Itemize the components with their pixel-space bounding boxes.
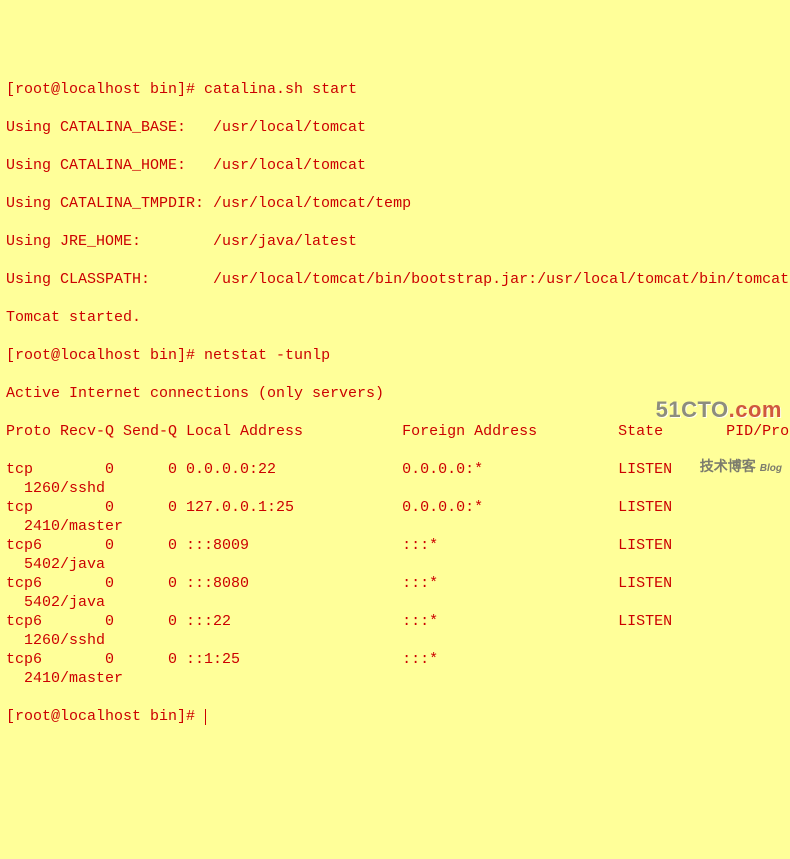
env-classpath: Using CLASSPATH: /usr/local/tomcat/bin/b… — [6, 270, 784, 289]
netstat-row: tcp6 0 0 ::1:25 :::* — [6, 650, 784, 669]
shell-prompt: [root@localhost bin]# — [6, 708, 204, 725]
shell-prompt: [root@localhost bin]# — [6, 81, 204, 98]
netstat-row-pid: 5402/java — [6, 593, 784, 612]
netstat-row: tcp6 0 0 :::22 :::* LISTEN — [6, 612, 784, 631]
netstat-row-pid: 1260/sshd — [6, 631, 784, 650]
netstat-title: Active Internet connections (only server… — [6, 384, 784, 403]
prompt-line-1: [root@localhost bin]# catalina.sh start — [6, 80, 784, 99]
prompt-line-2: [root@localhost bin]# netstat -tunlp — [6, 346, 784, 365]
netstat-rows: tcp 0 0 0.0.0.0:22 0.0.0.0:* LISTEN 1260… — [6, 460, 784, 688]
netstat-row-pid: 5402/java — [6, 555, 784, 574]
netstat-row-pid: 1260/sshd — [6, 479, 784, 498]
netstat-row: tcp6 0 0 :::8080 :::* LISTEN — [6, 574, 784, 593]
env-catalina-tmpdir: Using CATALINA_TMPDIR: /usr/local/tomcat… — [6, 194, 784, 213]
watermark-logo: 51CTO.com — [656, 400, 782, 419]
command-text: catalina.sh start — [204, 81, 357, 98]
command-text: netstat -tunlp — [204, 347, 330, 364]
netstat-row: tcp 0 0 0.0.0.0:22 0.0.0.0:* LISTEN — [6, 460, 784, 479]
netstat-columns: Proto Recv-Q Send-Q Local Address Foreig… — [6, 422, 784, 441]
env-jre-home: Using JRE_HOME: /usr/java/latest — [6, 232, 784, 251]
env-catalina-base: Using CATALINA_BASE: /usr/local/tomcat — [6, 118, 784, 137]
netstat-row-pid: 2410/master — [6, 669, 784, 688]
netstat-row: tcp6 0 0 :::8009 :::* LISTEN — [6, 536, 784, 555]
netstat-row-pid: 2410/master — [6, 517, 784, 536]
prompt-line-3[interactable]: [root@localhost bin]# — [6, 707, 784, 726]
shell-prompt: [root@localhost bin]# — [6, 347, 204, 364]
env-catalina-home: Using CATALINA_HOME: /usr/local/tomcat — [6, 156, 784, 175]
cursor-icon — [205, 709, 206, 725]
netstat-row: tcp 0 0 127.0.0.1:25 0.0.0.0:* LISTEN — [6, 498, 784, 517]
tomcat-started: Tomcat started. — [6, 308, 784, 327]
